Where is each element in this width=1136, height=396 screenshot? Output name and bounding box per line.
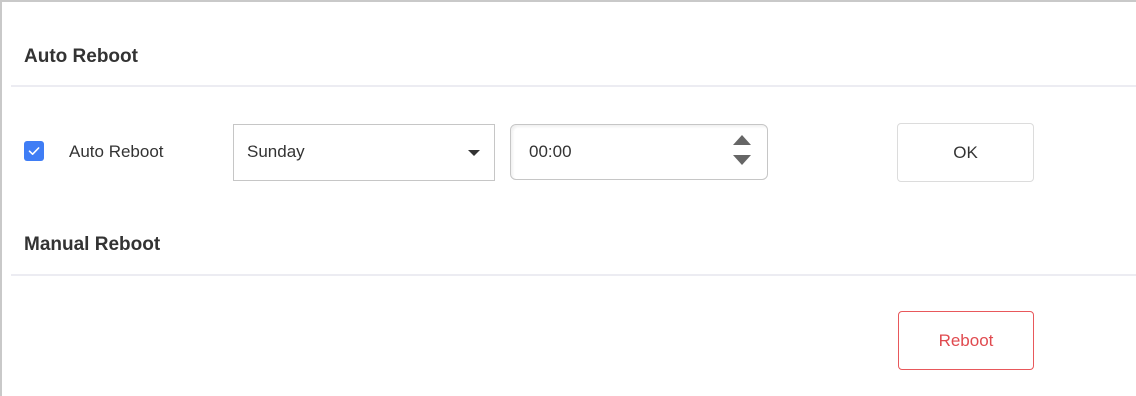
manual-reboot-heading: Manual Reboot	[24, 234, 161, 255]
reboot-button[interactable]: Reboot	[898, 311, 1034, 370]
dropdown-arrow-icon	[468, 150, 480, 156]
auto-reboot-checkbox-label[interactable]: Auto Reboot	[69, 141, 164, 163]
spin-down-arrow-icon[interactable]	[733, 155, 751, 165]
reboot-settings-panel: Auto Reboot Auto Reboot Sunday 00:00 OK …	[0, 0, 1136, 396]
auto-reboot-divider	[11, 85, 1136, 87]
reboot-day-select[interactable]: Sunday	[233, 124, 495, 181]
auto-reboot-checkbox[interactable]	[24, 141, 44, 161]
auto-reboot-heading: Auto Reboot	[24, 46, 138, 67]
ok-button[interactable]: OK	[897, 123, 1034, 182]
reboot-day-value: Sunday	[247, 142, 305, 161]
reboot-time-input[interactable]: 00:00	[510, 124, 768, 180]
manual-reboot-divider	[11, 274, 1136, 276]
checkmark-icon	[28, 147, 40, 155]
reboot-time-value: 00:00	[529, 142, 572, 161]
spin-up-arrow-icon[interactable]	[733, 135, 751, 145]
